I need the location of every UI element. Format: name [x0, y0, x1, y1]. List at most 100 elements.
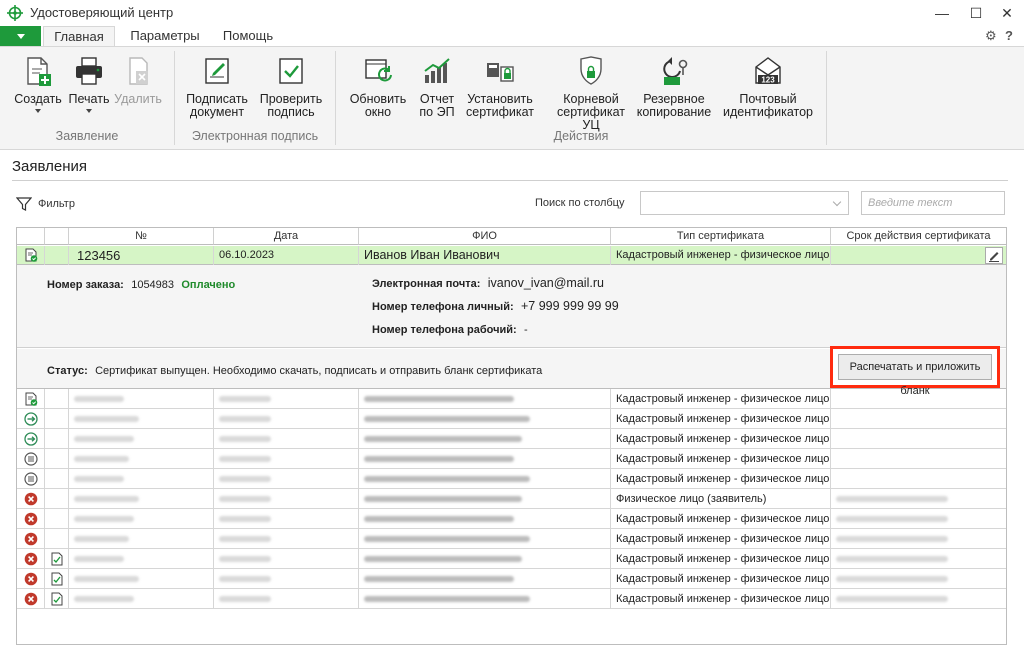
header-date[interactable]: Дата	[214, 228, 359, 245]
backup-label-2: копирование	[636, 105, 712, 119]
column-select[interactable]	[640, 191, 849, 215]
print-button[interactable]: Печать	[66, 55, 112, 113]
help-icon[interactable]: ?	[1005, 28, 1013, 43]
row-number-redacted	[69, 529, 214, 549]
row-status-cell	[17, 549, 45, 569]
report-button[interactable]: Отчет по ЭП	[414, 55, 460, 119]
print-label: Печать	[68, 92, 110, 106]
delete-button[interactable]: Удалить	[114, 55, 162, 106]
root-label-1: Корневой	[563, 92, 619, 106]
table-row[interactable]: Кадастровый инженер - физическое лицо	[17, 429, 1006, 449]
title-bar: Удостоверяющий центр — ☐ ✕	[0, 0, 1024, 26]
cancel-circle-icon	[24, 592, 38, 606]
report-chart-icon	[424, 58, 450, 83]
list-circle-icon	[24, 472, 38, 486]
row-file-cell	[45, 449, 69, 469]
search-input[interactable]: Введите текст	[861, 191, 1005, 215]
report-label-2: по ЭП	[419, 105, 455, 119]
chevron-down-icon	[16, 34, 25, 39]
doc-check-icon	[25, 392, 38, 406]
minimize-button[interactable]: —	[925, 0, 959, 26]
report-label-1: Отчет	[419, 92, 455, 106]
row-validity	[831, 529, 1006, 549]
maximize-button[interactable]: ☐	[959, 0, 993, 26]
dropdown-arrow-icon	[35, 109, 41, 113]
row-name-redacted	[359, 449, 611, 469]
row-validity	[831, 246, 1006, 265]
tab-home[interactable]: Главная	[43, 26, 115, 47]
chevron-down-icon	[832, 197, 842, 207]
mail-identifier-button[interactable]: 123 Почтовый идентификатор	[720, 55, 816, 119]
refresh-icon	[365, 59, 392, 82]
signed-file-icon[interactable]	[50, 552, 64, 566]
install-cert-icon	[487, 63, 514, 82]
backup-button[interactable]: Резервное копирование	[634, 55, 714, 119]
root-cert-icon	[580, 56, 602, 85]
row-cert-type: Физическое лицо (заявитель)	[611, 489, 831, 509]
row-status-cell	[17, 246, 45, 265]
edit-button[interactable]	[985, 247, 1003, 264]
section-divider	[12, 180, 1008, 181]
delete-doc-icon	[129, 57, 148, 85]
row-number-redacted	[69, 489, 214, 509]
sign-label-2: документ	[189, 105, 245, 119]
row-cert-type: Кадастровый инженер - физическое лицо	[611, 246, 831, 265]
app-logo-icon	[7, 5, 23, 21]
table-row[interactable]: Кадастровый инженер - физическое лицо	[17, 589, 1006, 609]
table-row[interactable]: Кадастровый инженер - физическое лицо	[17, 569, 1006, 589]
print-and-attach-button[interactable]: Распечатать и приложить бланк	[838, 354, 992, 397]
refresh-label-1: Обновить	[349, 92, 407, 106]
table-row[interactable]: Кадастровый инженер - физическое лицо	[17, 469, 1006, 489]
root-certificate-button[interactable]: Корневой сертификат УЦ	[548, 55, 634, 132]
table-row[interactable]: Кадастровый инженер - физическое лицо	[17, 509, 1006, 529]
row-date-redacted	[214, 469, 359, 489]
filter-button[interactable]: Фильтр	[16, 196, 75, 212]
doc-check-icon	[25, 248, 38, 262]
work-phone-value: -	[524, 324, 528, 336]
tab-help[interactable]: Помощь	[213, 26, 283, 47]
row-file-cell	[45, 246, 69, 265]
install-certificate-button[interactable]: Установить сертификат	[464, 55, 536, 119]
row-name-redacted	[359, 429, 611, 449]
printer-icon	[76, 57, 102, 85]
row-status-cell	[17, 529, 45, 549]
settings-gear-icon[interactable]: ⚙	[985, 28, 997, 44]
sign-document-button[interactable]: Подписать документ	[185, 55, 249, 119]
table-row[interactable]: Кадастровый инженер - физическое лицо	[17, 409, 1006, 429]
create-button[interactable]: Создать	[14, 55, 62, 113]
cancel-circle-icon	[24, 532, 38, 546]
table-row[interactable]: Кадастровый инженер - физическое лицо	[17, 449, 1006, 469]
header-validity[interactable]: Срок действия сертификата	[831, 228, 1006, 245]
row-cert-type: Кадастровый инженер - физическое лицо	[611, 589, 831, 609]
cancel-circle-icon	[24, 572, 38, 586]
row-number: 123456	[69, 246, 214, 265]
signed-file-icon[interactable]	[50, 592, 64, 606]
table-row[interactable]: Физическое лицо (заявитель)	[17, 489, 1006, 509]
minimize-icon: —	[935, 5, 949, 21]
group-separator	[826, 51, 827, 145]
search-column-label: Поиск по столбцу	[535, 197, 625, 209]
personal-phone-label: Номер телефона личный:	[372, 301, 514, 313]
header-name[interactable]: ФИО	[359, 228, 611, 245]
selected-table-row[interactable]: 123456 06.10.2023 Иванов Иван Иванович К…	[17, 246, 1006, 265]
row-status-cell	[17, 509, 45, 529]
refresh-window-button[interactable]: Обновить окно	[346, 55, 410, 119]
row-cert-type: Кадастровый инженер - физическое лицо	[611, 529, 831, 549]
tab-settings[interactable]: Параметры	[125, 26, 205, 47]
app-menu-button[interactable]	[0, 26, 41, 47]
row-file-cell	[45, 569, 69, 589]
install-label-2: сертификат	[466, 105, 534, 119]
cancel-circle-icon	[24, 512, 38, 526]
row-name-redacted	[359, 469, 611, 489]
signed-file-icon[interactable]	[50, 572, 64, 586]
header-cert-type[interactable]: Тип сертификата	[611, 228, 831, 245]
table-row[interactable]: Кадастровый инженер - физическое лицо	[17, 389, 1006, 409]
check-label-2: подпись	[267, 105, 315, 119]
row-name-redacted	[359, 529, 611, 549]
list-circle-icon	[24, 452, 38, 466]
check-signature-button[interactable]: Проверить подпись	[258, 55, 324, 119]
table-row[interactable]: Кадастровый инженер - физическое лицо	[17, 549, 1006, 569]
table-row[interactable]: Кадастровый инженер - физическое лицо	[17, 529, 1006, 549]
header-number[interactable]: №	[69, 228, 214, 245]
close-button[interactable]: ✕	[990, 0, 1024, 26]
